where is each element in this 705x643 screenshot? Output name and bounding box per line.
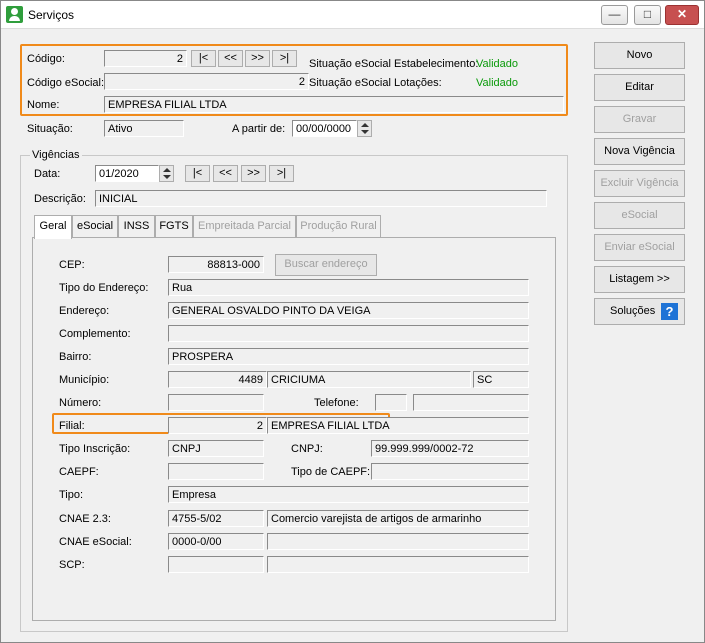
vigencias-group-label: Vigências	[30, 149, 82, 161]
cnpj-label: CNPJ:	[291, 443, 323, 455]
sit-lot-value: Validado	[476, 77, 518, 89]
buscar-endereco-button[interactable]: Buscar endereço	[275, 254, 377, 276]
caepf-label: CAEPF:	[59, 466, 99, 478]
numero-label: Número:	[59, 397, 102, 409]
cnae-desc-field[interactable]: Comercio varejista de artigos de armarin…	[267, 510, 529, 527]
complemento-label: Complemento:	[59, 328, 131, 340]
tipo-field[interactable]: Empresa	[168, 486, 529, 503]
minimize-icon[interactable]: —	[601, 5, 628, 25]
tipo-inscricao-field[interactable]: CNPJ	[168, 440, 264, 457]
apartir-label: A partir de:	[232, 123, 286, 135]
excluir-vigencia-button[interactable]: Excluir Vigência	[594, 170, 685, 197]
editar-button[interactable]: Editar	[594, 74, 685, 101]
tipo-caepf-label: Tipo de CAEPF:	[291, 466, 371, 478]
tipo-caepf-field[interactable]	[371, 463, 529, 480]
tipo-endereco-field[interactable]: Rua	[168, 279, 529, 296]
numero-field[interactable]	[168, 394, 264, 411]
cnae-label: CNAE 2.3:	[59, 513, 111, 525]
bairro-label: Bairro:	[59, 351, 92, 363]
window-title: Serviços	[28, 8, 75, 22]
solucoes-label: Soluções	[610, 305, 656, 317]
gravar-button[interactable]: Gravar	[594, 106, 685, 133]
bairro-field[interactable]: PROSPERA	[168, 348, 529, 365]
descricao-field[interactable]: INICIAL	[95, 190, 547, 207]
filial-code-field[interactable]: 2	[168, 417, 267, 434]
listagem-button[interactable]: Listagem >>	[594, 266, 685, 293]
data-spin[interactable]	[159, 165, 174, 182]
tab-producao-rural[interactable]: Produção Rural	[296, 215, 381, 238]
cnae-code-field[interactable]: 4755-5/02	[168, 510, 264, 527]
tipo-inscricao-label: Tipo Inscrição:	[59, 443, 131, 455]
descricao-label: Descrição:	[34, 193, 86, 205]
apartir-spin[interactable]	[357, 120, 372, 137]
apartir-field[interactable]: 00/00/0000	[292, 120, 357, 137]
nome-label: Nome:	[27, 99, 60, 111]
filial-label: Filial:	[59, 420, 85, 432]
close-icon[interactable]: ✕	[665, 5, 699, 25]
cep-label: CEP:	[59, 259, 85, 271]
codigo-field[interactable]: 2	[104, 50, 187, 67]
data-field[interactable]: 01/2020	[95, 165, 159, 182]
cep-field[interactable]: 88813-000	[168, 256, 264, 273]
app-icon	[6, 6, 23, 23]
maximize-icon[interactable]: □	[634, 5, 661, 25]
scp-label: SCP:	[59, 559, 85, 571]
tipo-label: Tipo:	[59, 489, 84, 501]
tab-inss[interactable]: INSS	[118, 215, 155, 238]
cnpj-field[interactable]: 99.999.999/0002-72	[371, 440, 529, 457]
vig-nav-prev-button[interactable]: <<	[213, 165, 238, 182]
endereco-label: Endereço:	[59, 305, 110, 317]
situacao-field[interactable]: Ativo	[104, 120, 184, 137]
novo-button[interactable]: Novo	[594, 42, 685, 69]
sit-estab-label: Situação eSocial Estabelecimento:	[309, 58, 479, 70]
codigo-esocial-label: Código eSocial:	[27, 77, 105, 89]
telefone-label: Telefone:	[314, 397, 359, 409]
nome-field[interactable]: EMPRESA FILIAL LTDA	[104, 96, 564, 113]
sit-estab-value: Validado	[476, 58, 518, 70]
tab-geral[interactable]: Geral	[34, 215, 72, 239]
tab-esocial[interactable]: eSocial	[72, 215, 118, 238]
municipio-name-field[interactable]: CRICIUMA	[267, 371, 471, 388]
telefone-ddd-field[interactable]	[375, 394, 407, 411]
municipio-code-field[interactable]: 4489	[168, 371, 267, 388]
municipio-label: Município:	[59, 374, 110, 386]
cnae-esocial-label: CNAE eSocial:	[59, 536, 132, 548]
complemento-field[interactable]	[168, 325, 529, 342]
tab-fgts[interactable]: FGTS	[155, 215, 193, 238]
vig-nav-next-button[interactable]: >>	[241, 165, 266, 182]
uf-field[interactable]: SC	[473, 371, 529, 388]
nav-prev-button[interactable]: <<	[218, 50, 243, 67]
title-bar: Serviços — □ ✕	[1, 1, 704, 29]
caepf-field[interactable]	[168, 463, 264, 480]
filial-name-field[interactable]: EMPRESA FILIAL LTDA	[267, 417, 529, 434]
enviar-esocial-button[interactable]: Enviar eSocial	[594, 234, 685, 261]
vig-nav-last-button[interactable]: >|	[269, 165, 294, 182]
nav-last-button[interactable]: >|	[272, 50, 297, 67]
data-label: Data:	[34, 168, 61, 180]
situacao-label: Situação:	[27, 123, 73, 135]
codigo-esocial-field[interactable]: 2	[104, 73, 309, 90]
scp-code-field[interactable]	[168, 556, 264, 573]
esocial-button[interactable]: eSocial	[594, 202, 685, 229]
help-icon[interactable]: ?	[661, 303, 678, 320]
codigo-label: Código:	[27, 53, 65, 65]
nav-first-button[interactable]: |<	[191, 50, 216, 67]
telefone-field[interactable]	[413, 394, 529, 411]
endereco-field[interactable]: GENERAL OSVALDO PINTO DA VEIGA	[168, 302, 529, 319]
scp-desc-field[interactable]	[267, 556, 529, 573]
cnae-esocial-desc-field[interactable]	[267, 533, 529, 550]
tipo-endereco-label: Tipo do Endereço:	[59, 282, 149, 294]
services-window: Serviços — □ ✕ Código: 2 |< << >> >| Sit…	[0, 0, 705, 643]
nav-next-button[interactable]: >>	[245, 50, 270, 67]
vig-nav-first-button[interactable]: |<	[185, 165, 210, 182]
sit-lot-label: Situação eSocial Lotações:	[309, 77, 442, 89]
tab-empreitada-parcial[interactable]: Empreitada Parcial	[193, 215, 296, 238]
nova-vigencia-button[interactable]: Nova Vigência	[594, 138, 685, 165]
cnae-esocial-field[interactable]: 0000-0/00	[168, 533, 264, 550]
